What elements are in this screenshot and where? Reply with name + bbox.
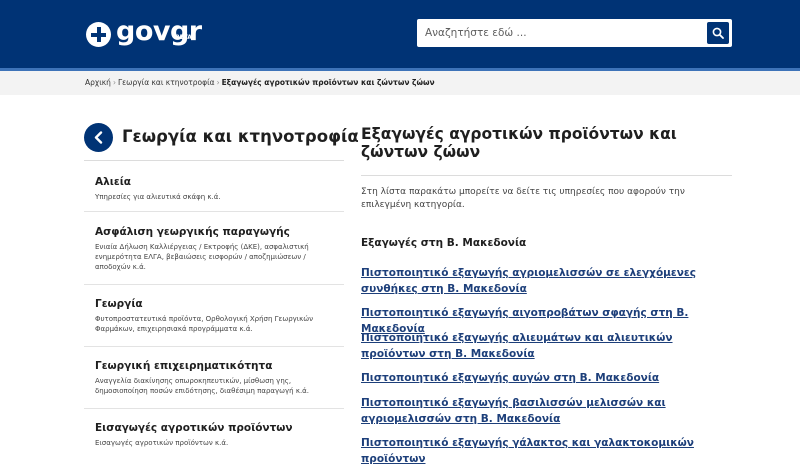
service-link[interactable]: Πιστοποιητικό εξαγωγής αγριομελισσών σε … [361,265,733,297]
breadcrumb-separator: › [112,78,116,87]
breadcrumb-separator: › [216,78,220,87]
sidebar-item-title: Γεωργική επιχειρηματικότητα [95,360,273,372]
search-box [417,19,732,47]
sidebar-item-title: Ασφάλιση γεωργικής παραγωγής [95,226,290,238]
intro-text: Στη λίστα παρακάτω μπορείτε να δείτε τις… [361,187,685,210]
search-input[interactable] [417,19,699,47]
site-header: govgr BETA [0,0,800,68]
sidebar-item-title: Εισαγωγές αγροτικών προϊόντων [95,422,293,434]
sidebar-item-title: Γεωργία [95,298,143,310]
logo-gov: gov [116,16,170,47]
service-link[interactable]: Πιστοποιητικό εξαγωγής αυγών στη Β. Μακε… [361,370,733,386]
sidebar-item-desc: Φυτοπροστατευτικά προϊόντα, Ορθολογική Χ… [95,315,314,333]
sidebar-item-entrepreneurship[interactable]: Γεωργική επιχειρηματικότητα Αναγγελία δι… [84,359,344,409]
beta-badge: BETA [175,34,192,41]
logo-gr: gr [169,16,202,47]
breadcrumb-category[interactable]: Γεωργία και κτηνοτροφία [118,78,215,87]
service-link[interactable]: Πιστοποιητικό εξαγωγής βασιλισσών μελισσ… [361,395,733,427]
sidebar-item-agriculture[interactable]: Γεωργία Φυτοπροστατευτικά προϊόντα, Ορθο… [84,297,344,347]
breadcrumb: Αρχική › Γεωργία και κτηνοτροφία › Εξαγωγές … [85,78,435,87]
sidebar-item-insurance[interactable]: Ασφάλιση γεωργικής παραγωγής Ενιαία Δήλω… [84,225,344,285]
service-link[interactable]: Πιστοποιητικό εξαγωγής αλιευμάτων και αλ… [361,330,733,362]
back-button[interactable] [84,123,113,152]
sidebar-item-fishing[interactable]: Αλιεία Υπηρεσίες για αλιευτικά σκάφη κ.ά… [84,175,344,212]
sidebar-item-title: Αλιεία [95,176,132,188]
chevron-left-icon [94,131,103,144]
sidebar-item-desc: Υπηρεσίες για αλιευτικά σκάφη κ.ά. [95,193,221,201]
emblem-cross-horizontal [91,32,106,37]
sidebar-item-desc: Εισαγωγές αγροτικών προϊόντων κ.ά. [95,439,229,447]
sidebar-divider [84,160,344,161]
sidebar-item-desc: Αναγγελία διακίνησης οπωροκηπευτικών, μί… [95,377,310,395]
search-button[interactable] [707,22,729,44]
page-title: Εξαγωγές αγροτικών προϊόντων και ζώντων … [361,125,677,161]
section-heading: Εξαγωγές στη Β. Μακεδονία [361,237,527,249]
service-link[interactable]: Πιστοποιητικό εξαγωγής γάλακτος και γαλα… [361,435,733,467]
sidebar-item-desc: Ενιαία Δήλωση Καλλιέργειας / Εκτροφής (Δ… [95,243,309,271]
title-divider [361,175,732,176]
search-icon [712,27,724,39]
sidebar-title: Γεωργία και κτηνοτροφία [122,127,359,146]
breadcrumb-current: Εξαγωγές αγροτικών προϊόντων και ζώντων … [221,78,435,87]
breadcrumb-home[interactable]: Αρχική [85,78,111,87]
govgr-logo[interactable]: govgr [116,15,202,49]
sidebar-item-imports[interactable]: Εισαγωγές αγροτικών προϊόντων Εισαγωγές … [84,421,344,453]
greek-emblem-icon[interactable] [86,22,111,47]
